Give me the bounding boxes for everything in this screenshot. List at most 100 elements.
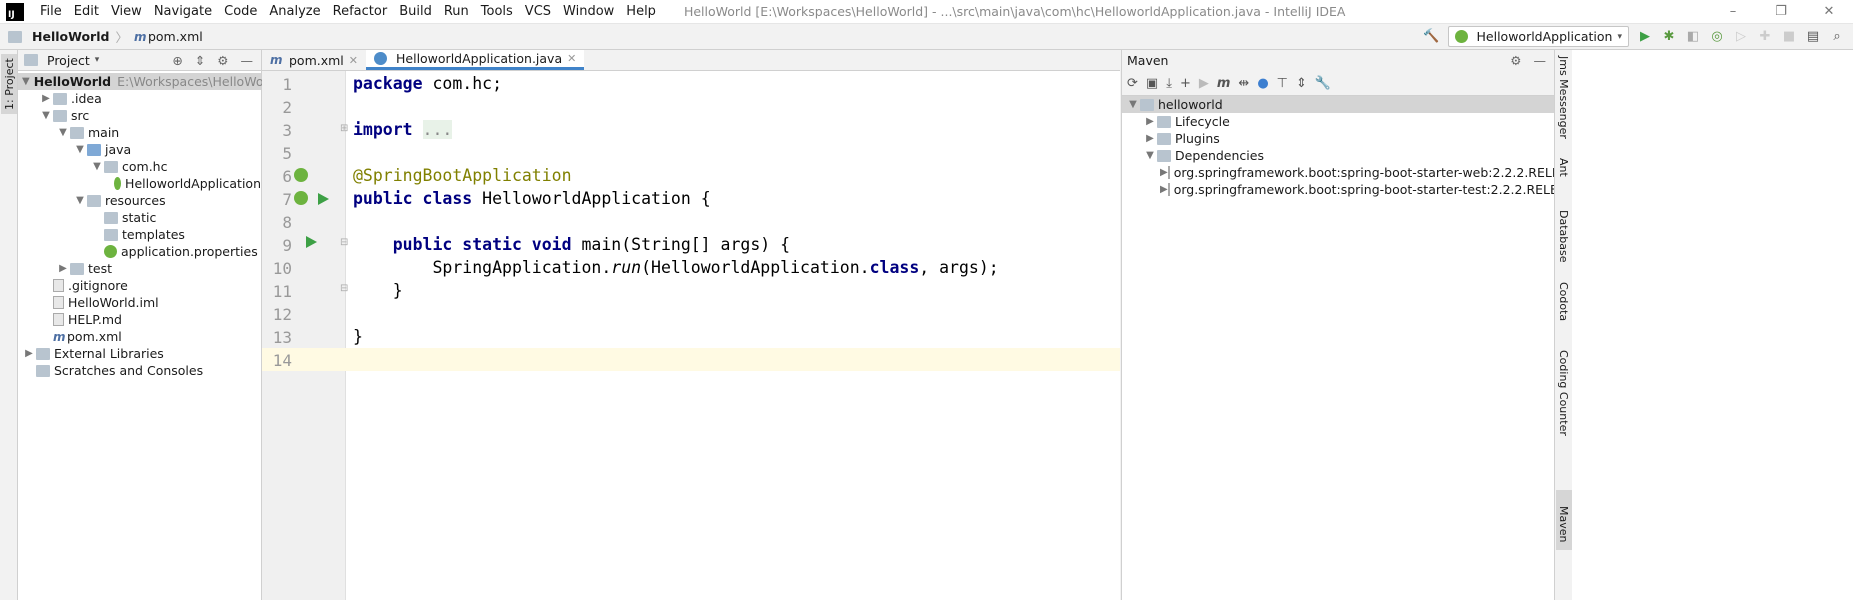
hotswap-icon[interactable]: ✚: [1757, 29, 1773, 45]
chevron-down-icon[interactable]: ▾: [95, 55, 100, 65]
menu-item-refactor[interactable]: Refactor: [327, 4, 394, 19]
minimize-button[interactable]: –: [1709, 0, 1757, 24]
ant-tool-button[interactable]: Ant: [1557, 158, 1570, 177]
tree-item[interactable]: ▼ helloworld: [1122, 96, 1554, 113]
spring-bean-gutter-icon[interactable]: [294, 191, 308, 205]
project-structure-icon[interactable]: ▤: [1805, 29, 1821, 45]
tree-item[interactable]: ▼ com.hc: [18, 158, 261, 175]
download-icon[interactable]: ⤓: [1166, 76, 1172, 91]
coding-counter-tool-button[interactable]: Coding Counter: [1557, 350, 1570, 436]
tree-item[interactable]: HELP.md: [18, 311, 261, 328]
profile-icon[interactable]: ◎: [1709, 29, 1725, 45]
tree-item[interactable]: HelloWorld.iml: [18, 294, 261, 311]
collapse-all-icon[interactable]: ⇕: [1296, 76, 1307, 91]
tree-item[interactable]: ▼ java: [18, 141, 261, 158]
attach-debugger-icon[interactable]: ▷: [1733, 29, 1749, 45]
tree-item[interactable]: ▶ External Libraries: [18, 345, 261, 362]
menu-item-navigate[interactable]: Navigate: [148, 4, 218, 19]
tree-item[interactable]: ▶ org.springframework.boot:spring-boot-st…: [1122, 164, 1584, 181]
add-icon[interactable]: +: [1180, 76, 1191, 91]
expanded-arrow-icon[interactable]: ▼: [22, 76, 30, 87]
run-button[interactable]: ▶: [1637, 29, 1653, 45]
run-class-gutter-icon[interactable]: [318, 193, 329, 205]
menu-item-help[interactable]: Help: [620, 4, 662, 19]
run-main-gutter-icon[interactable]: [306, 236, 317, 248]
menu-item-tools[interactable]: Tools: [475, 4, 519, 19]
tree-item[interactable]: m pom.xml: [18, 328, 261, 345]
run-maven-icon[interactable]: ▶: [1199, 76, 1209, 91]
stop-icon[interactable]: ■: [1781, 29, 1797, 45]
wrench-icon[interactable]: 🔧: [1315, 76, 1331, 91]
tab-pom-xml[interactable]: m pom.xml ✕: [262, 50, 366, 70]
generate-sources-icon[interactable]: ▣: [1146, 76, 1158, 91]
close-icon[interactable]: ✕: [567, 52, 576, 65]
expanded-arrow-icon[interactable]: ▼: [1143, 150, 1157, 161]
hide-icon[interactable]: —: [1534, 53, 1547, 68]
gear-icon[interactable]: ⚙: [217, 53, 228, 68]
tree-item[interactable]: ▼ HelloWorld E:\Workspaces\HelloWorld: [18, 73, 280, 90]
search-icon[interactable]: ⌕: [1829, 29, 1845, 45]
folded-imports[interactable]: ...: [422, 120, 453, 139]
skip-tests-icon[interactable]: ●: [1257, 76, 1268, 91]
tree-item[interactable]: ▼ Dependencies: [1122, 147, 1554, 164]
close-icon[interactable]: ✕: [349, 54, 358, 67]
project-panel-title[interactable]: Project: [47, 53, 90, 68]
collapsed-arrow-icon[interactable]: ▶: [39, 93, 53, 104]
menu-item-view[interactable]: View: [105, 4, 148, 19]
tree-item[interactable]: ▶ .idea: [18, 90, 261, 107]
tree-item[interactable]: ▶ org.springframework.boot:spring-boot-st…: [1122, 181, 1622, 198]
tree-item[interactable]: ▶ Lifecycle: [1122, 113, 1554, 130]
reload-icon[interactable]: ⟳: [1127, 76, 1138, 91]
project-tool-window-button[interactable]: 1: Project: [1, 54, 17, 114]
collapsed-arrow-icon[interactable]: ▶: [1143, 116, 1157, 127]
collapse-all-icon[interactable]: ⇕: [195, 53, 205, 68]
close-window-button[interactable]: ✕: [1805, 0, 1853, 24]
menu-item-window[interactable]: Window: [557, 4, 620, 19]
toggle-offline-icon[interactable]: ⇹: [1238, 76, 1249, 91]
tree-item[interactable]: HelloworldApplication: [18, 175, 261, 192]
menu-item-run[interactable]: Run: [438, 4, 475, 19]
debug-icon[interactable]: ✱: [1661, 29, 1677, 45]
execute-goal-icon[interactable]: m: [1217, 76, 1231, 91]
menu-item-vcs[interactable]: VCS: [519, 4, 557, 19]
run-configuration-select[interactable]: HelloworldApplication ▾: [1447, 26, 1629, 47]
tree-item[interactable]: templates: [18, 226, 261, 243]
build-hammer-icon[interactable]: 🔨: [1423, 29, 1439, 45]
tree-item[interactable]: ▼ src: [18, 107, 261, 124]
codota-tool-button[interactable]: Codota: [1557, 282, 1570, 321]
menu-item-edit[interactable]: Edit: [68, 4, 105, 19]
spring-bean-gutter-icon[interactable]: [294, 168, 308, 182]
menu-item-code[interactable]: Code: [218, 4, 263, 19]
database-tool-button[interactable]: Database: [1557, 210, 1570, 263]
tab-helloworld-application[interactable]: HelloworldApplication.java ✕: [366, 50, 585, 70]
gear-icon[interactable]: ⚙: [1510, 53, 1521, 68]
locate-icon[interactable]: ⊕: [172, 53, 182, 68]
tree-item[interactable]: ▼ main: [18, 124, 261, 141]
tree-item[interactable]: .gitignore: [18, 277, 261, 294]
expanded-arrow-icon[interactable]: ▼: [90, 161, 104, 172]
collapsed-arrow-icon[interactable]: ▶: [1160, 167, 1168, 178]
hide-icon[interactable]: —: [241, 53, 254, 68]
expanded-arrow-icon[interactable]: ▼: [73, 144, 87, 155]
code-area[interactable]: package com.hc; import ... @SpringBootAp…: [346, 71, 1120, 600]
breadcrumb-project[interactable]: HelloWorld: [32, 29, 109, 44]
menu-item-analyze[interactable]: Analyze: [263, 4, 326, 19]
collapsed-arrow-icon[interactable]: ▶: [56, 263, 70, 274]
tree-item[interactable]: application.properties: [18, 243, 261, 260]
collapsed-arrow-icon[interactable]: ▶: [22, 348, 36, 359]
expanded-arrow-icon[interactable]: ▼: [39, 110, 53, 121]
menu-item-file[interactable]: File: [34, 4, 68, 19]
expanded-arrow-icon[interactable]: ▼: [1126, 99, 1140, 110]
maven-tool-button[interactable]: Maven: [1557, 506, 1570, 542]
breadcrumb-file[interactable]: pom.xml: [148, 29, 203, 44]
tree-item[interactable]: ▼ resources: [18, 192, 261, 209]
collapsed-arrow-icon[interactable]: ▶: [1160, 184, 1168, 195]
collapsed-arrow-icon[interactable]: ▶: [1143, 133, 1157, 144]
menu-item-build[interactable]: Build: [393, 4, 438, 19]
expanded-arrow-icon[interactable]: ▼: [73, 195, 87, 206]
tree-item[interactable]: ▶ test: [18, 260, 261, 277]
restore-button[interactable]: ❐: [1757, 0, 1805, 24]
tree-item[interactable]: ▶ Plugins: [1122, 130, 1554, 147]
tree-item[interactable]: static: [18, 209, 261, 226]
expanded-arrow-icon[interactable]: ▼: [56, 127, 70, 138]
